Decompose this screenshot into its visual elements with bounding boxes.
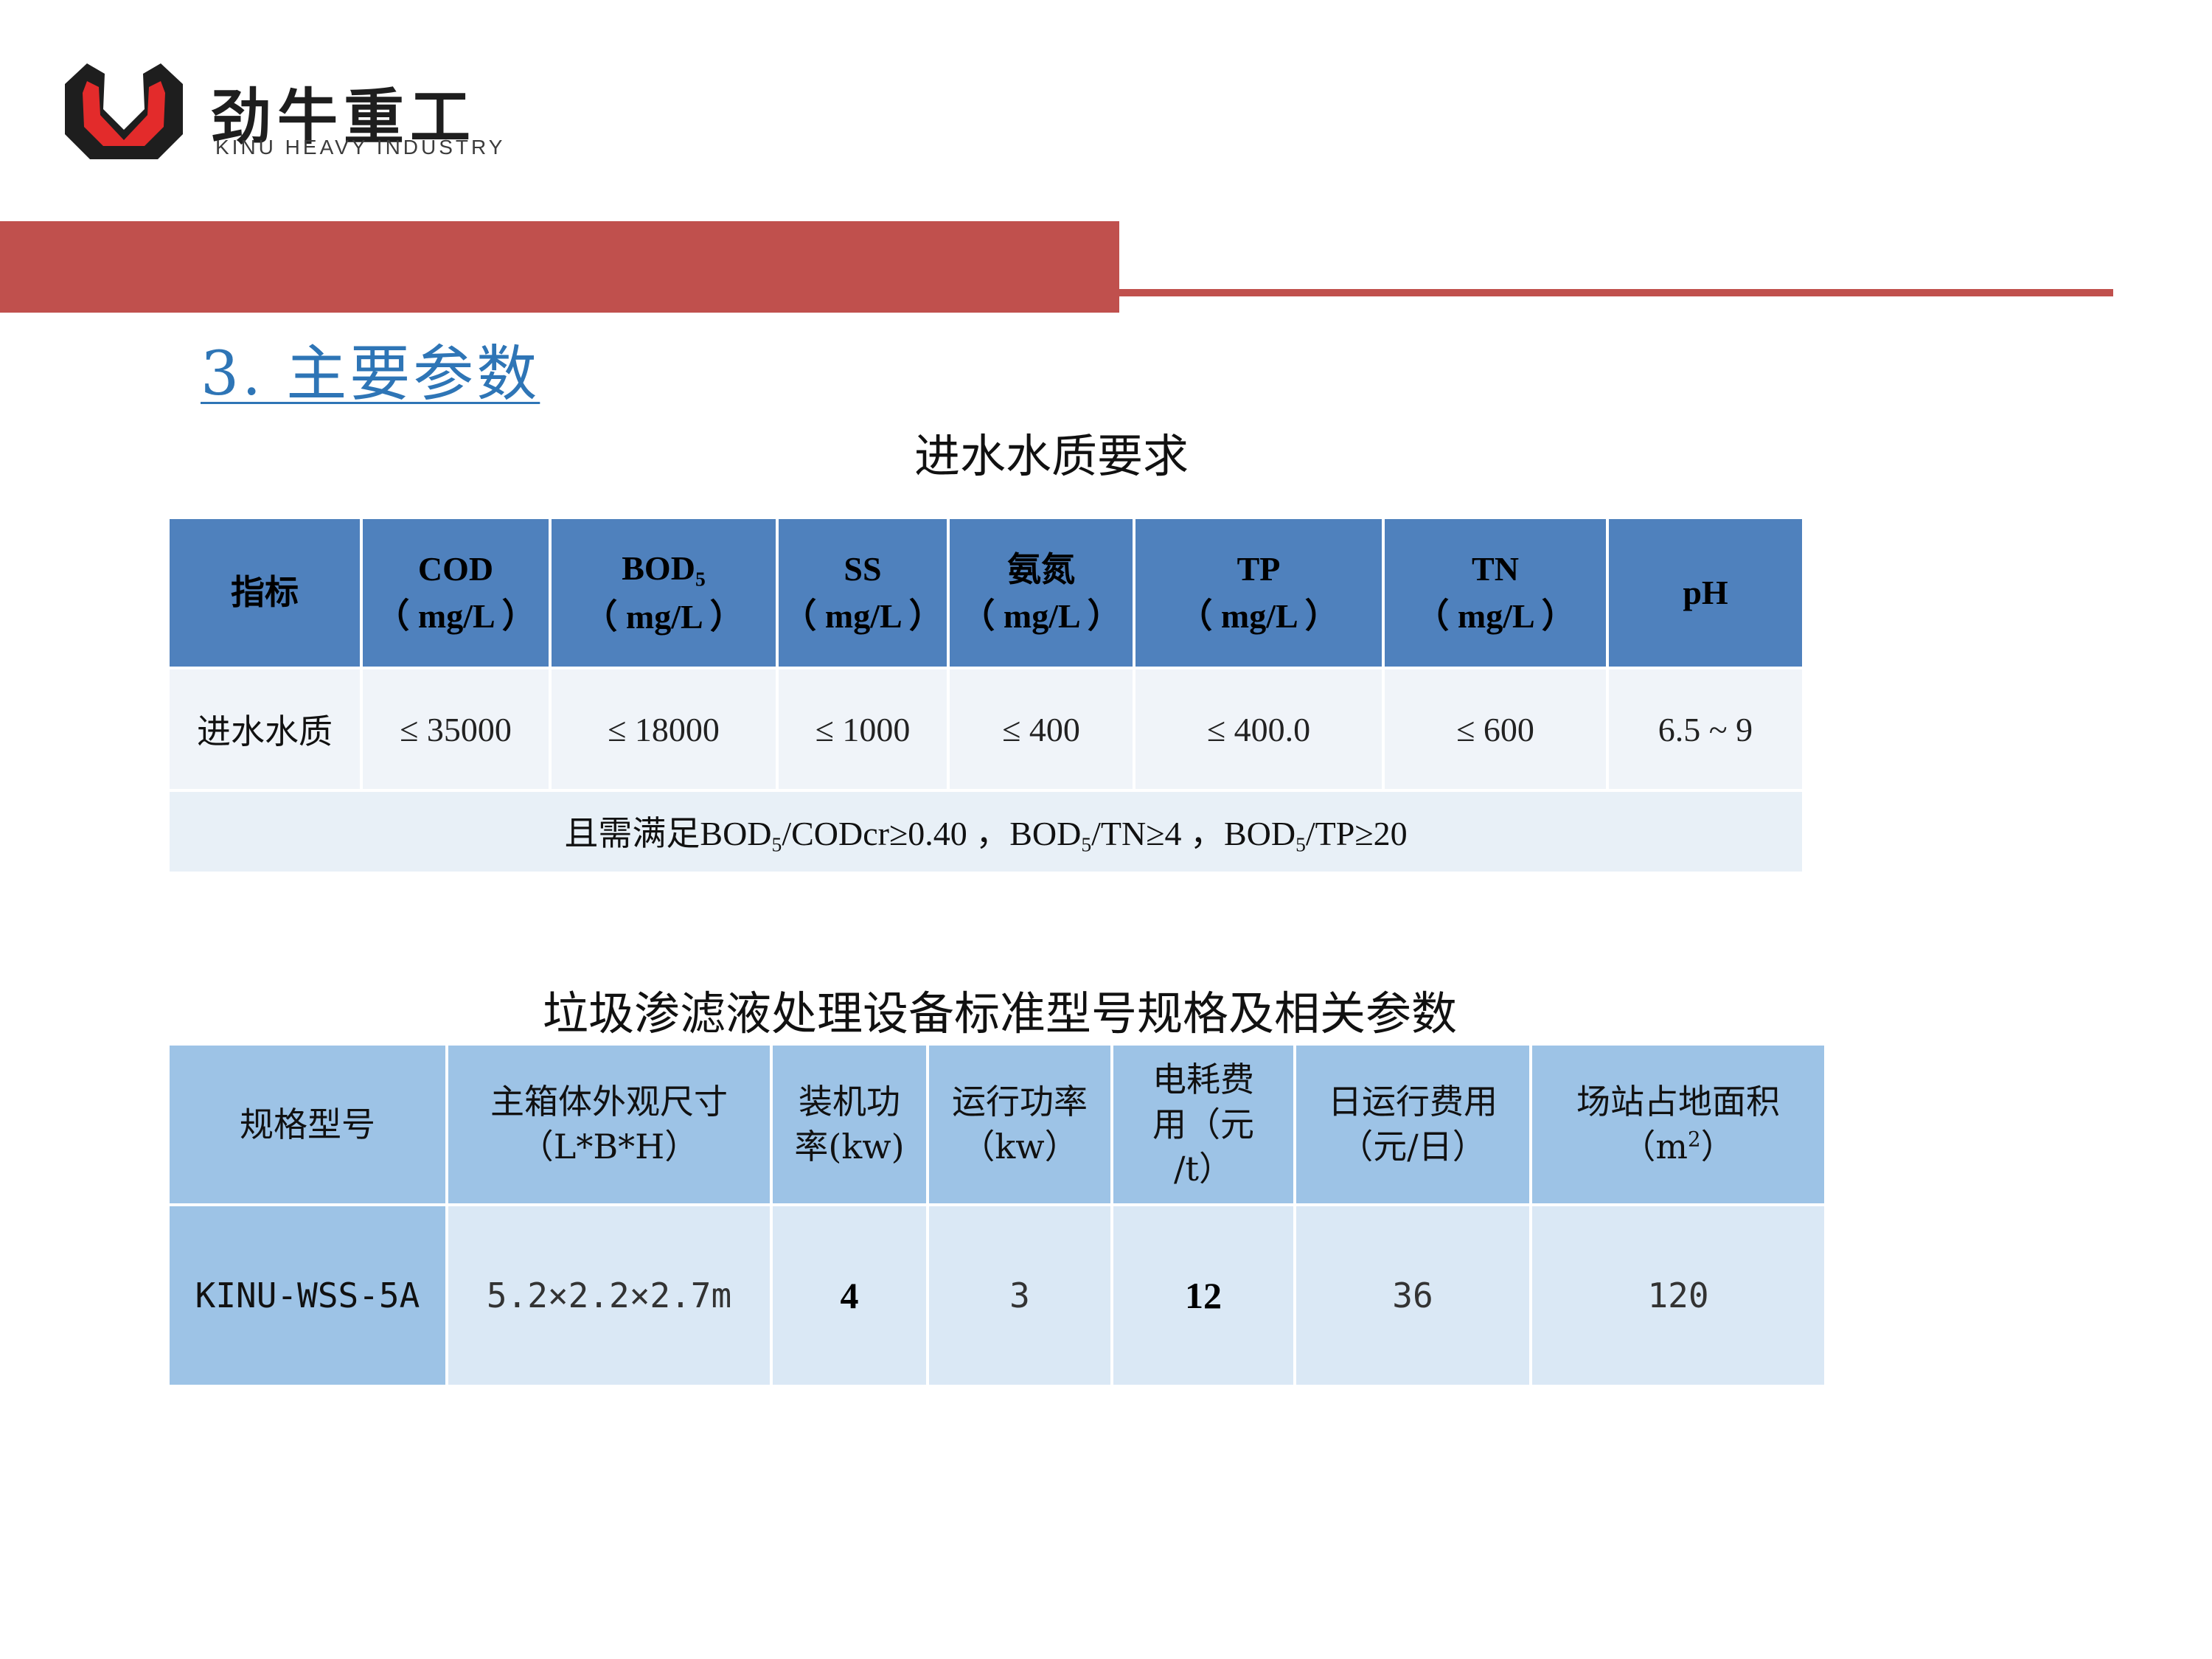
header-tn: TN （ mg/L ） (1382, 516, 1609, 669)
tp-value: ≤ 400.0 (1133, 667, 1385, 792)
header-red-line (1119, 289, 2113, 296)
table-header-row: 规格型号 主箱体外观尺寸 （L*B*H） 装机功 率(kw) 运行功率 （kw）… (167, 1043, 1827, 1206)
header-dimensions: 主箱体外观尺寸 （L*B*H） (445, 1043, 773, 1206)
bod5-value: ≤ 18000 (549, 667, 779, 792)
site-area-value: 120 (1529, 1203, 1827, 1388)
header-red-band (0, 221, 1119, 313)
influent-quality-table: 指标 COD （ mg/L ） BOD5 （ mg/L ） SS （ mg/L … (167, 516, 1805, 874)
header-bod5: BOD5 （ mg/L ） (549, 516, 779, 669)
header-tp: TP （ mg/L ） (1133, 516, 1385, 669)
header-model: 规格型号 (167, 1043, 448, 1206)
header-cod: COD （ mg/L ） (360, 516, 552, 669)
header-electricity-cost: 电耗费 用（元 /t） (1110, 1043, 1296, 1206)
section-title[interactable]: 3. 主要参数 (201, 324, 540, 412)
cod-value: ≤ 35000 (360, 667, 552, 792)
table-header-row: 指标 COD （ mg/L ） BOD5 （ mg/L ） SS （ mg/L … (167, 516, 1805, 669)
tn-value: ≤ 600 (1382, 667, 1609, 792)
bull-logo-icon (65, 63, 183, 159)
model-value: KINU-WSS-5A (167, 1203, 448, 1388)
table2-title: 垃圾渗滤液处理设备标准型号规格及相关参数 (542, 987, 1458, 1040)
brand-name-en: KINU HEAVY INDUSTRY (215, 136, 506, 159)
header-ss: SS （ mg/L ） (776, 516, 950, 669)
ph-value: 6.5 ~ 9 (1606, 667, 1805, 792)
header-site-area: 场站占地面积 （m2） (1529, 1043, 1827, 1206)
row-label: 进水水质 (167, 667, 363, 792)
header-ammonia-nitrogen: 氨氮 （ mg/L ） (947, 516, 1135, 669)
dimensions-value: 5.2×2.2×2.7m (445, 1203, 773, 1388)
header-daily-cost: 日运行费用 （元/日） (1293, 1043, 1532, 1206)
table-row: 进水水质 ≤ 35000 ≤ 18000 ≤ 1000 ≤ 400 ≤ 400.… (167, 667, 1805, 792)
table-row: KINU-WSS-5A 5.2×2.2×2.7m 4 3 12 36 120 (167, 1203, 1827, 1388)
electricity-cost-value: 12 (1110, 1203, 1296, 1388)
running-power-value: 3 (926, 1203, 1113, 1388)
header-indicator: 指标 (167, 516, 363, 669)
daily-cost-value: 36 (1293, 1203, 1532, 1388)
ss-value: ≤ 1000 (776, 667, 950, 792)
ratio-requirement-note: 且需满足BOD5/CODcr≥0.40 ，BOD5/TN≥4 ，BOD5/TP≥… (167, 789, 1805, 874)
header-installed-power: 装机功 率(kw) (770, 1043, 929, 1206)
header-running-power: 运行功率 （kw） (926, 1043, 1113, 1206)
ammonia-nitrogen-value: ≤ 400 (947, 667, 1135, 792)
equipment-spec-table: 规格型号 主箱体外观尺寸 （L*B*H） 装机功 率(kw) 运行功率 （kw）… (167, 1043, 1827, 1388)
table-note-row: 且需满足BOD5/CODcr≥0.40 ，BOD5/TN≥4 ，BOD5/TP≥… (167, 789, 1805, 874)
company-logo: 劲牛重工 KINU HEAVY INDUSTRY (58, 62, 559, 173)
header-ph: pH (1606, 516, 1805, 669)
table1-title: 进水水质要求 (914, 429, 1189, 483)
installed-power-value: 4 (770, 1203, 929, 1388)
